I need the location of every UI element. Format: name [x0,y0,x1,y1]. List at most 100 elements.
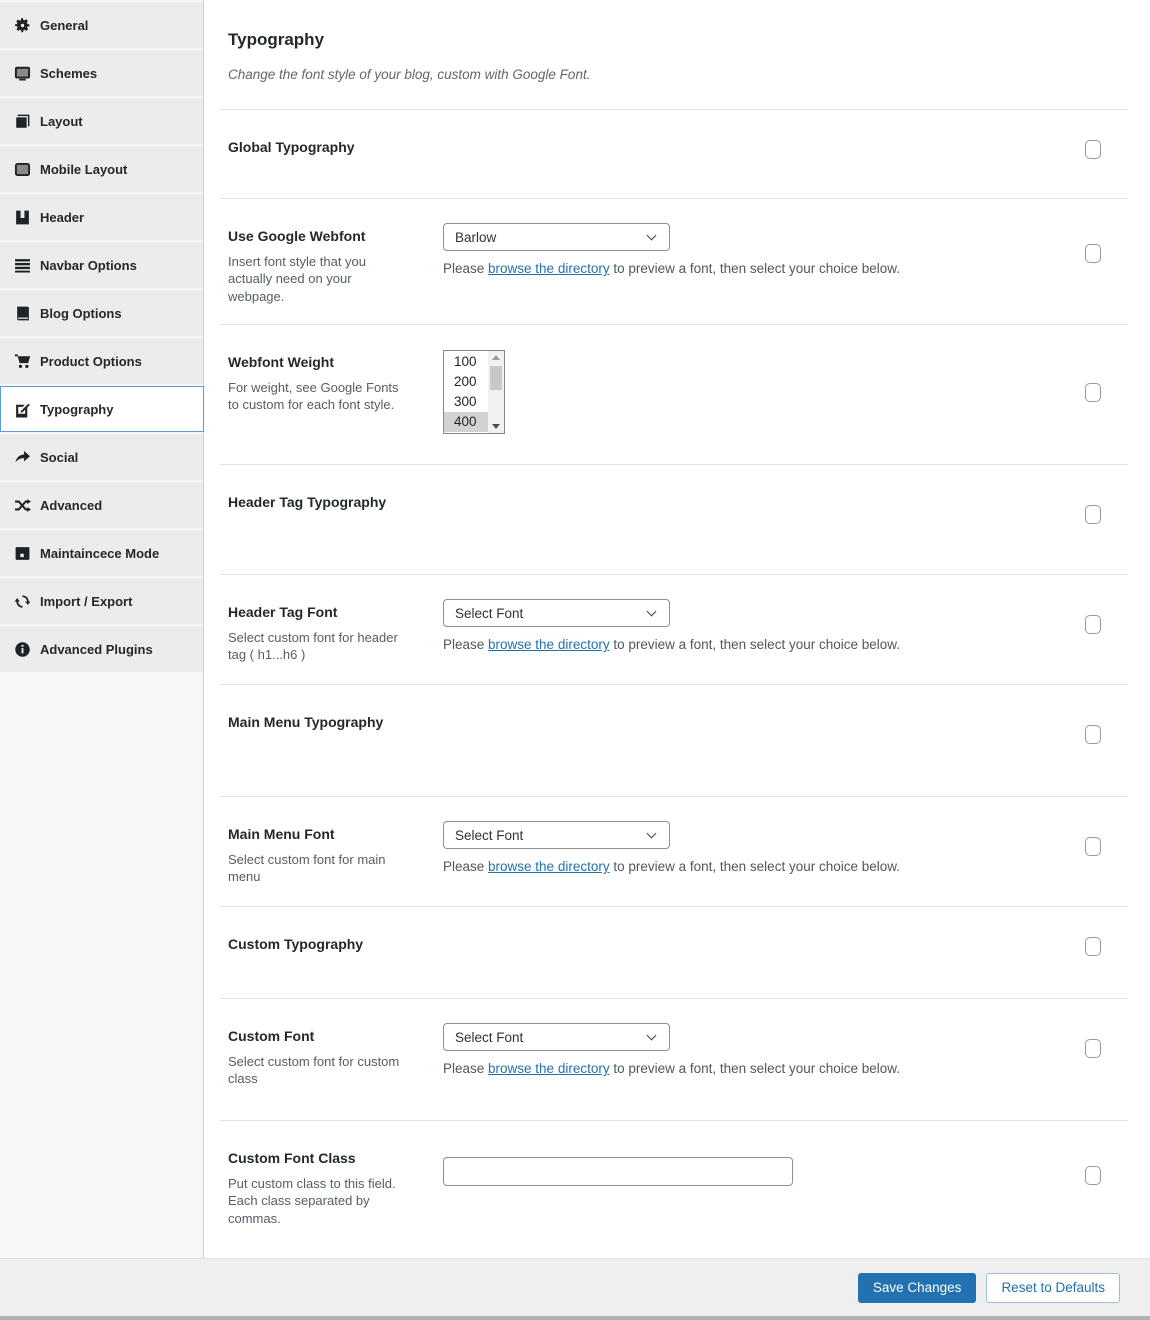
sidebar-item-blog-options[interactable]: Blog Options [0,290,203,336]
use-google-webfont-checkbox[interactable] [1085,244,1101,263]
settings-sidebar: General Schemes Layout Mobile Layout Hea… [0,0,204,1258]
weight-option-100[interactable]: 100 [444,352,488,372]
sidebar-item-social[interactable]: Social [0,434,203,480]
row-description: Select custom font for main menu [228,851,401,886]
chevron-down-icon [647,606,657,616]
shuffle-icon [14,497,31,514]
weight-option-300[interactable]: 300 [444,392,488,412]
sidebar-item-maintaincece-mode[interactable]: Maintaincece Mode [0,530,203,576]
edit-icon [14,401,31,418]
main-menu-font-select[interactable]: Select Font [443,821,670,849]
page-header: Typography Change the font style of your… [220,0,1128,110]
row-description: Put custom class to this field. Each cla… [228,1175,401,1228]
main-menu-typography-checkbox[interactable] [1085,725,1101,744]
gear-icon [14,17,31,34]
sidebar-item-mobile-layout[interactable]: Mobile Layout [0,146,203,192]
custom-font-class-row: Custom Font Class Put custom class to th… [220,1121,1128,1258]
tablet-icon [14,161,31,178]
row-description: Select custom font for custom class [228,1053,401,1088]
save-changes-button[interactable]: Save Changes [858,1273,977,1303]
custom-font-row: Custom Font Select custom font for custo… [220,999,1128,1121]
row-label: Custom Font Class [228,1149,401,1169]
weight-option-400-selected[interactable]: 400 [444,412,488,432]
scrollbar-thumb[interactable] [490,366,502,390]
header-tag-font-select[interactable]: Select Font [443,599,670,627]
typography-settings-panel: Typography Change the font style of your… [204,0,1150,1258]
layers-icon [14,113,31,130]
font-directory-hint: Please browse the directory to preview a… [443,859,1068,874]
browse-directory-link[interactable]: browse the directory [488,637,610,652]
header-icon [14,209,31,226]
header-tag-font-checkbox[interactable] [1085,615,1101,634]
main-menu-font-checkbox[interactable] [1085,837,1101,856]
select-value: Select Font [455,606,523,621]
sidebar-item-schemes[interactable]: Schemes [0,50,203,96]
font-directory-hint: Please browse the directory to preview a… [443,637,1068,652]
sidebar-item-label: Mobile Layout [40,162,127,177]
actions-footer: Save Changes Reset to Defaults [0,1258,1150,1320]
maintenance-screen-icon [14,545,31,562]
custom-typography-checkbox[interactable] [1085,937,1101,956]
webfont-weight-listbox[interactable]: 100 200 300 400 [443,350,505,434]
global-typography-row: Global Typography [220,110,1128,199]
webfont-weight-row: Webfont Weight For weight, see Google Fo… [220,325,1128,465]
webfont-weight-checkbox[interactable] [1085,383,1101,402]
reset-to-defaults-button[interactable]: Reset to Defaults [986,1273,1120,1303]
hamburger-icon [14,257,31,274]
row-label: Header Tag Font [228,603,401,623]
browse-directory-link[interactable]: browse the directory [488,1061,610,1076]
custom-typography-row: Custom Typography [220,907,1128,999]
use-google-webfont-row: Use Google Webfont Insert font style tha… [220,199,1128,325]
chevron-down-icon [647,230,657,240]
sidebar-item-import-export[interactable]: Import / Export [0,578,203,624]
sidebar-item-label: Schemes [40,66,97,81]
sidebar-item-general[interactable]: General [0,2,203,48]
sidebar-item-label: Social [40,450,78,465]
chevron-down-icon [647,1030,657,1040]
monitor-icon [14,65,31,82]
sidebar-item-typography[interactable]: Typography [0,386,204,432]
sidebar-item-header[interactable]: Header [0,194,203,240]
row-description: For weight, see Google Fonts to custom f… [228,379,401,414]
header-tag-font-row: Header Tag Font Select custom font for h… [220,575,1128,685]
sidebar-item-label: Maintaincece Mode [40,546,159,561]
custom-font-class-input[interactable] [443,1157,793,1186]
share-icon [14,449,31,466]
row-label: Global Typography [228,138,401,158]
page-subtitle: Change the font style of your blog, cust… [228,67,1128,82]
listbox-scrollbar[interactable] [488,351,504,433]
custom-font-checkbox[interactable] [1085,1039,1101,1058]
sidebar-item-navbar-options[interactable]: Navbar Options [0,242,203,288]
sidebar-item-advanced[interactable]: Advanced [0,482,203,528]
row-label: Webfont Weight [228,353,401,373]
theme-options-panel: General Schemes Layout Mobile Layout Hea… [0,0,1150,1320]
sidebar-item-label: Product Options [40,354,142,369]
select-value: Barlow [455,230,496,245]
row-label: Use Google Webfont [228,227,401,247]
row-label: Header Tag Typography [228,493,401,513]
browse-directory-link[interactable]: browse the directory [488,261,610,276]
browse-directory-link[interactable]: browse the directory [488,859,610,874]
google-webfont-select[interactable]: Barlow [443,223,670,251]
sidebar-item-layout[interactable]: Layout [0,98,203,144]
scroll-down-icon[interactable] [488,420,504,433]
sidebar-item-label: General [40,18,88,33]
custom-font-select[interactable]: Select Font [443,1023,670,1051]
book-icon [14,305,31,322]
sidebar-item-label: Blog Options [40,306,122,321]
row-label: Main Menu Typography [228,713,401,733]
scroll-up-icon[interactable] [488,351,504,364]
header-tag-typography-checkbox[interactable] [1085,505,1101,524]
weight-option-200[interactable]: 200 [444,372,488,392]
sidebar-item-advanced-plugins[interactable]: Advanced Plugins [0,626,203,672]
global-typography-checkbox[interactable] [1085,140,1101,159]
row-description: Select custom font for header tag ( h1..… [228,629,401,664]
sidebar-item-label: Advanced [40,498,102,513]
sync-icon [14,593,31,610]
sidebar-item-label: Header [40,210,84,225]
main-menu-font-row: Main Menu Font Select custom font for ma… [220,797,1128,907]
font-directory-hint: Please browse the directory to preview a… [443,261,1068,276]
select-value: Select Font [455,1030,523,1045]
sidebar-item-product-options[interactable]: Product Options [0,338,203,384]
custom-font-class-checkbox[interactable] [1085,1166,1101,1185]
